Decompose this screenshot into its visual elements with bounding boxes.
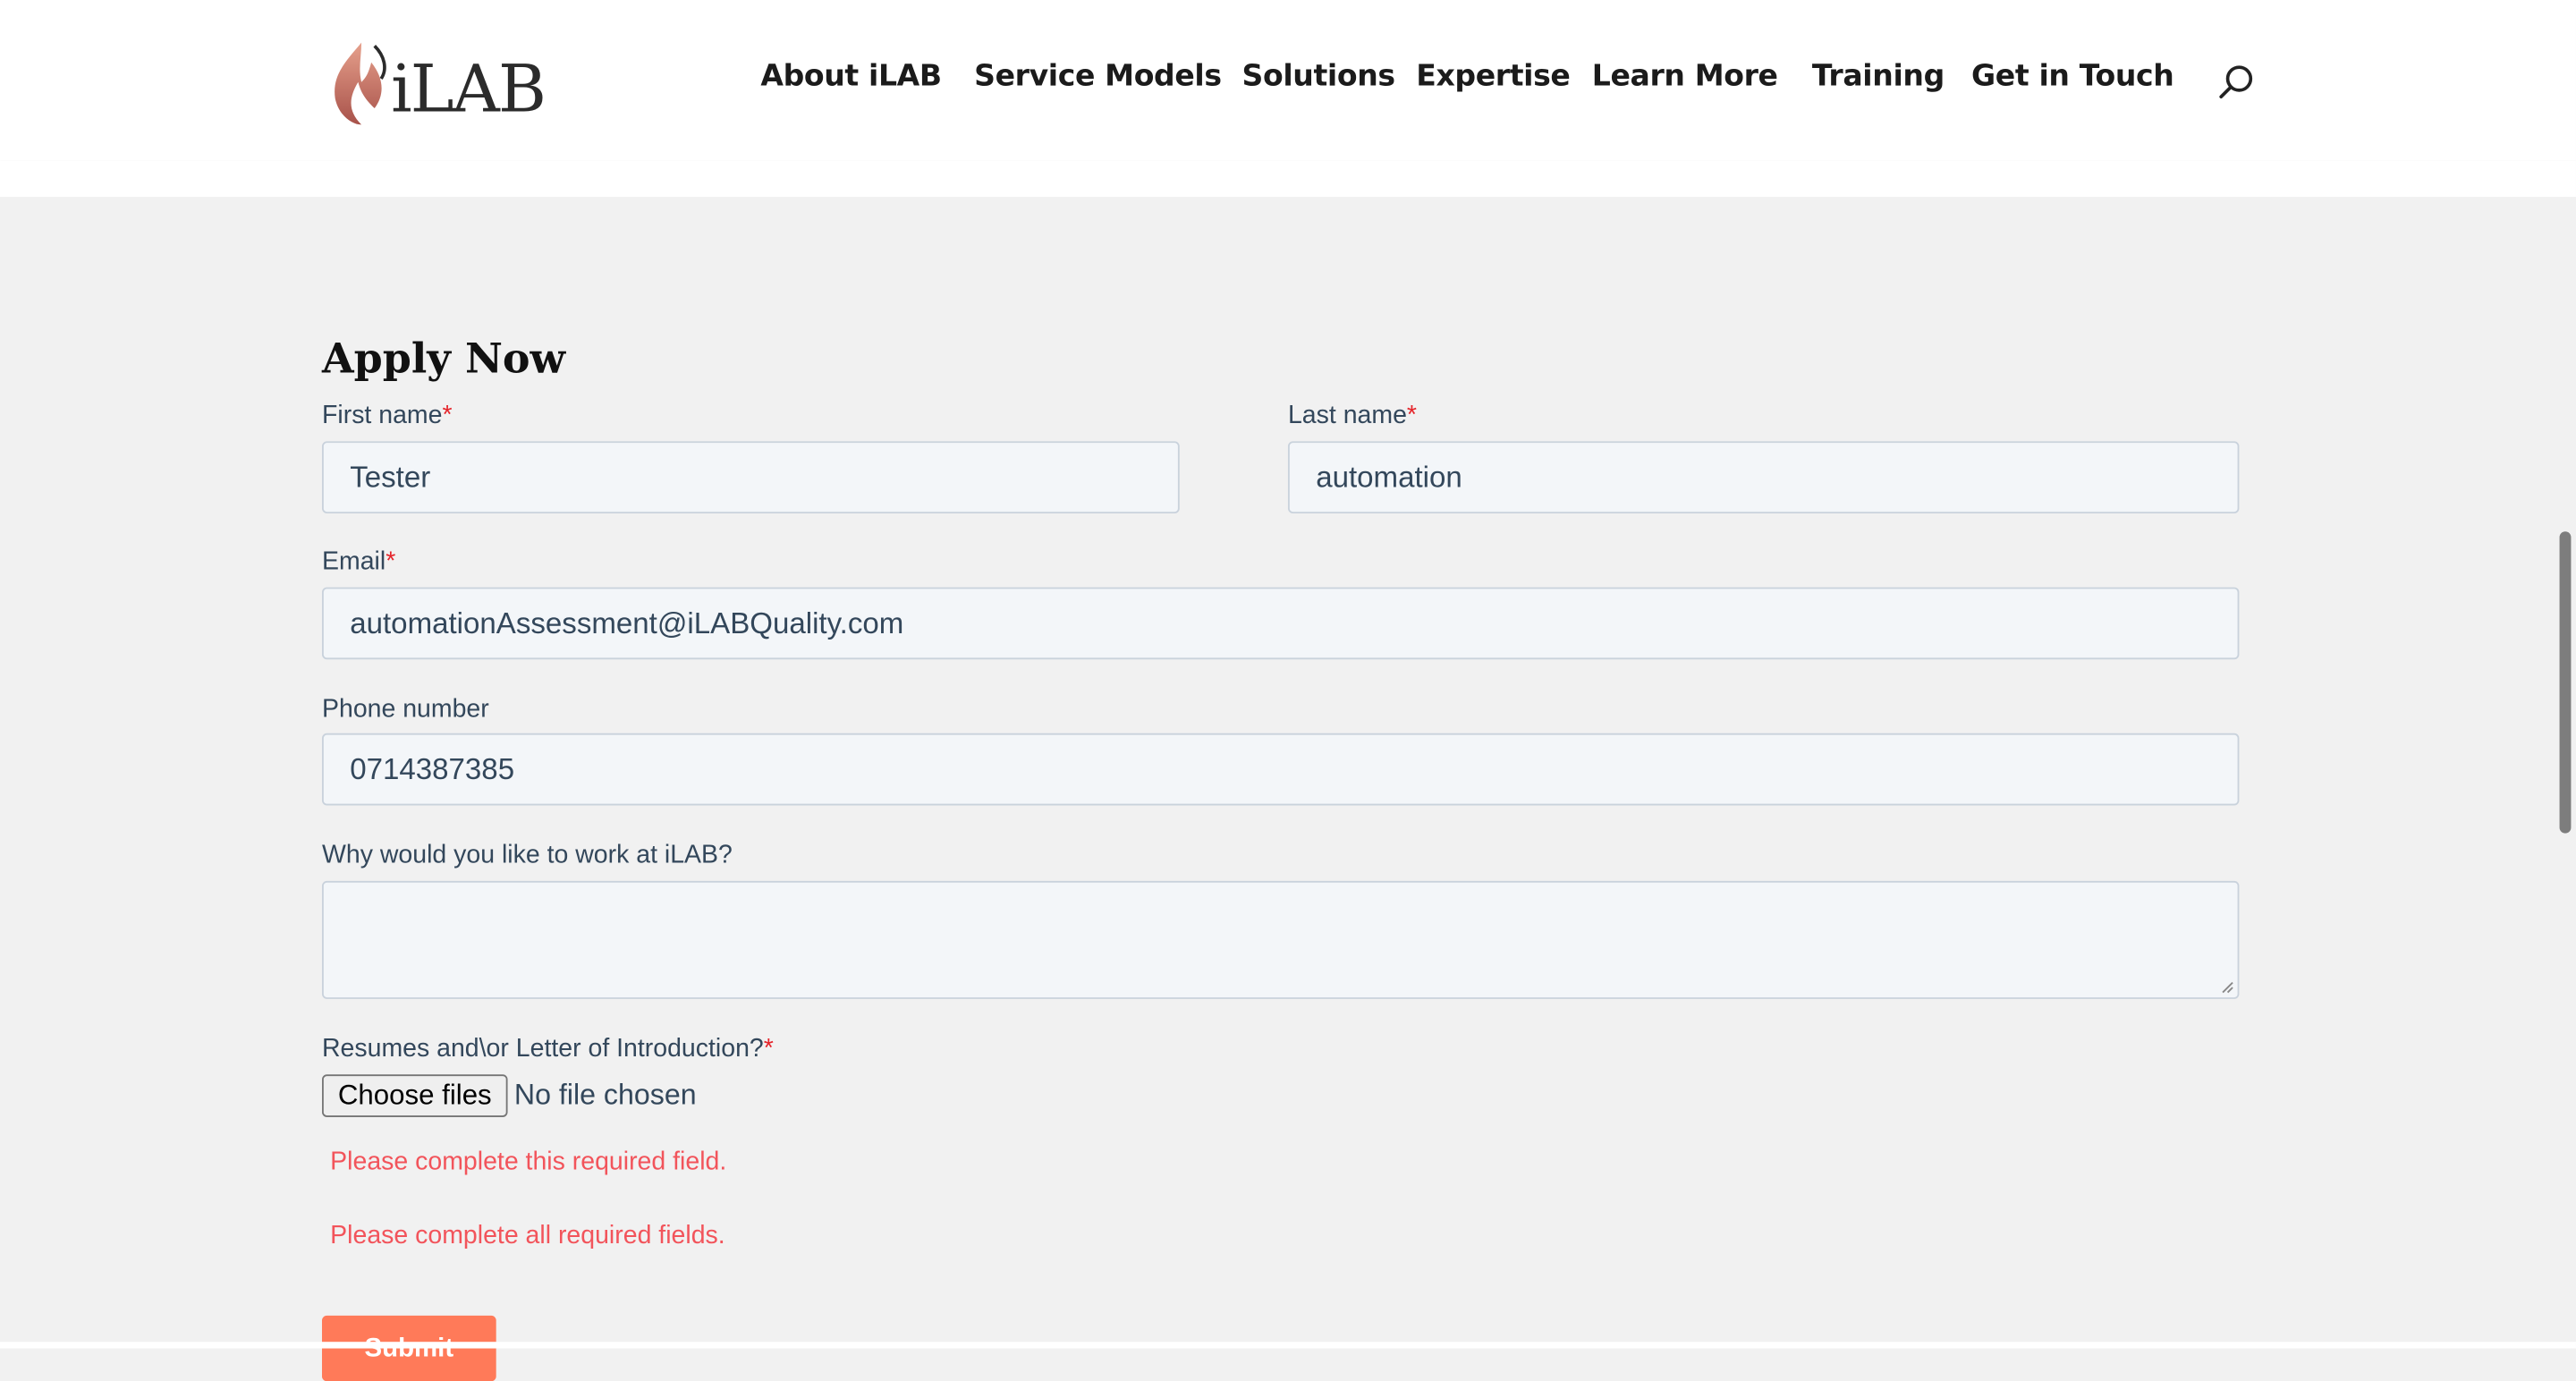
- first-name-label-text: First name: [321, 402, 443, 430]
- form-error-message: Please complete all required fields.: [330, 1222, 725, 1250]
- resize-handle-icon[interactable]: [2221, 981, 2234, 995]
- email-input[interactable]: automationAssessment@iLABQuality.com: [321, 587, 2240, 660]
- field-error-message: Please complete this required field.: [330, 1148, 727, 1176]
- site-header: iLAB About iLAB Service Models Solutions…: [0, 0, 2576, 161]
- email-label-text: Email: [321, 547, 386, 576]
- logo-text: iLAB: [391, 52, 547, 129]
- scrollbar-thumb[interactable]: [2559, 531, 2572, 834]
- first-name-label: First name*: [322, 402, 453, 431]
- search-icon[interactable]: [2216, 63, 2256, 102]
- resume-label-text: Resumes and\or Letter of Introduction?: [321, 1035, 764, 1063]
- first-name-input[interactable]: Tester: [321, 441, 1180, 514]
- nav-item-service-models[interactable]: Service Models: [974, 59, 1222, 94]
- phone-label: Phone number: [321, 695, 489, 724]
- resume-label: Resumes and\or Letter of Introduction?*: [322, 1035, 774, 1064]
- page: iLAB About iLAB Service Models Solutions…: [0, 0, 2576, 1381]
- nav-item-learn-more[interactable]: Learn More: [1592, 59, 1778, 94]
- viewport-bottom-edge: [0, 1342, 2576, 1349]
- first-name-value: Tester: [350, 460, 431, 494]
- last-name-label-text: Last name: [1287, 402, 1407, 430]
- phone-input[interactable]: 0714387385: [321, 733, 2240, 806]
- form-title: Apply Now: [321, 335, 566, 383]
- why-textarea[interactable]: [321, 880, 2240, 999]
- required-mark: *: [386, 547, 396, 576]
- required-mark: *: [763, 1035, 774, 1063]
- last-name-label: Last name*: [1288, 402, 1417, 431]
- file-status: No file chosen: [513, 1077, 697, 1111]
- why-label: Why would you like to work at iLAB?: [321, 841, 733, 870]
- logo[interactable]: iLAB: [328, 33, 547, 129]
- flame-icon: [335, 42, 386, 125]
- last-name-value: automation: [1316, 460, 1462, 494]
- nav-item-solutions[interactable]: Solutions: [1242, 59, 1396, 94]
- last-name-input[interactable]: automation: [1287, 441, 2240, 514]
- required-mark: *: [442, 402, 453, 430]
- nav-item-training[interactable]: Training: [1812, 59, 1945, 94]
- email-label: Email*: [322, 548, 395, 578]
- header-spacer: [0, 160, 2576, 198]
- required-mark: *: [1406, 402, 1418, 430]
- email-value: automationAssessment@iLABQuality.com: [350, 606, 904, 640]
- nav-item-get-in-touch[interactable]: Get in Touch: [1971, 59, 2174, 94]
- nav-item-about[interactable]: About iLAB: [760, 59, 942, 94]
- phone-value: 0714387385: [350, 751, 515, 785]
- choose-files-button[interactable]: Choose files: [321, 1074, 508, 1117]
- nav-item-expertise[interactable]: Expertise: [1416, 59, 1571, 94]
